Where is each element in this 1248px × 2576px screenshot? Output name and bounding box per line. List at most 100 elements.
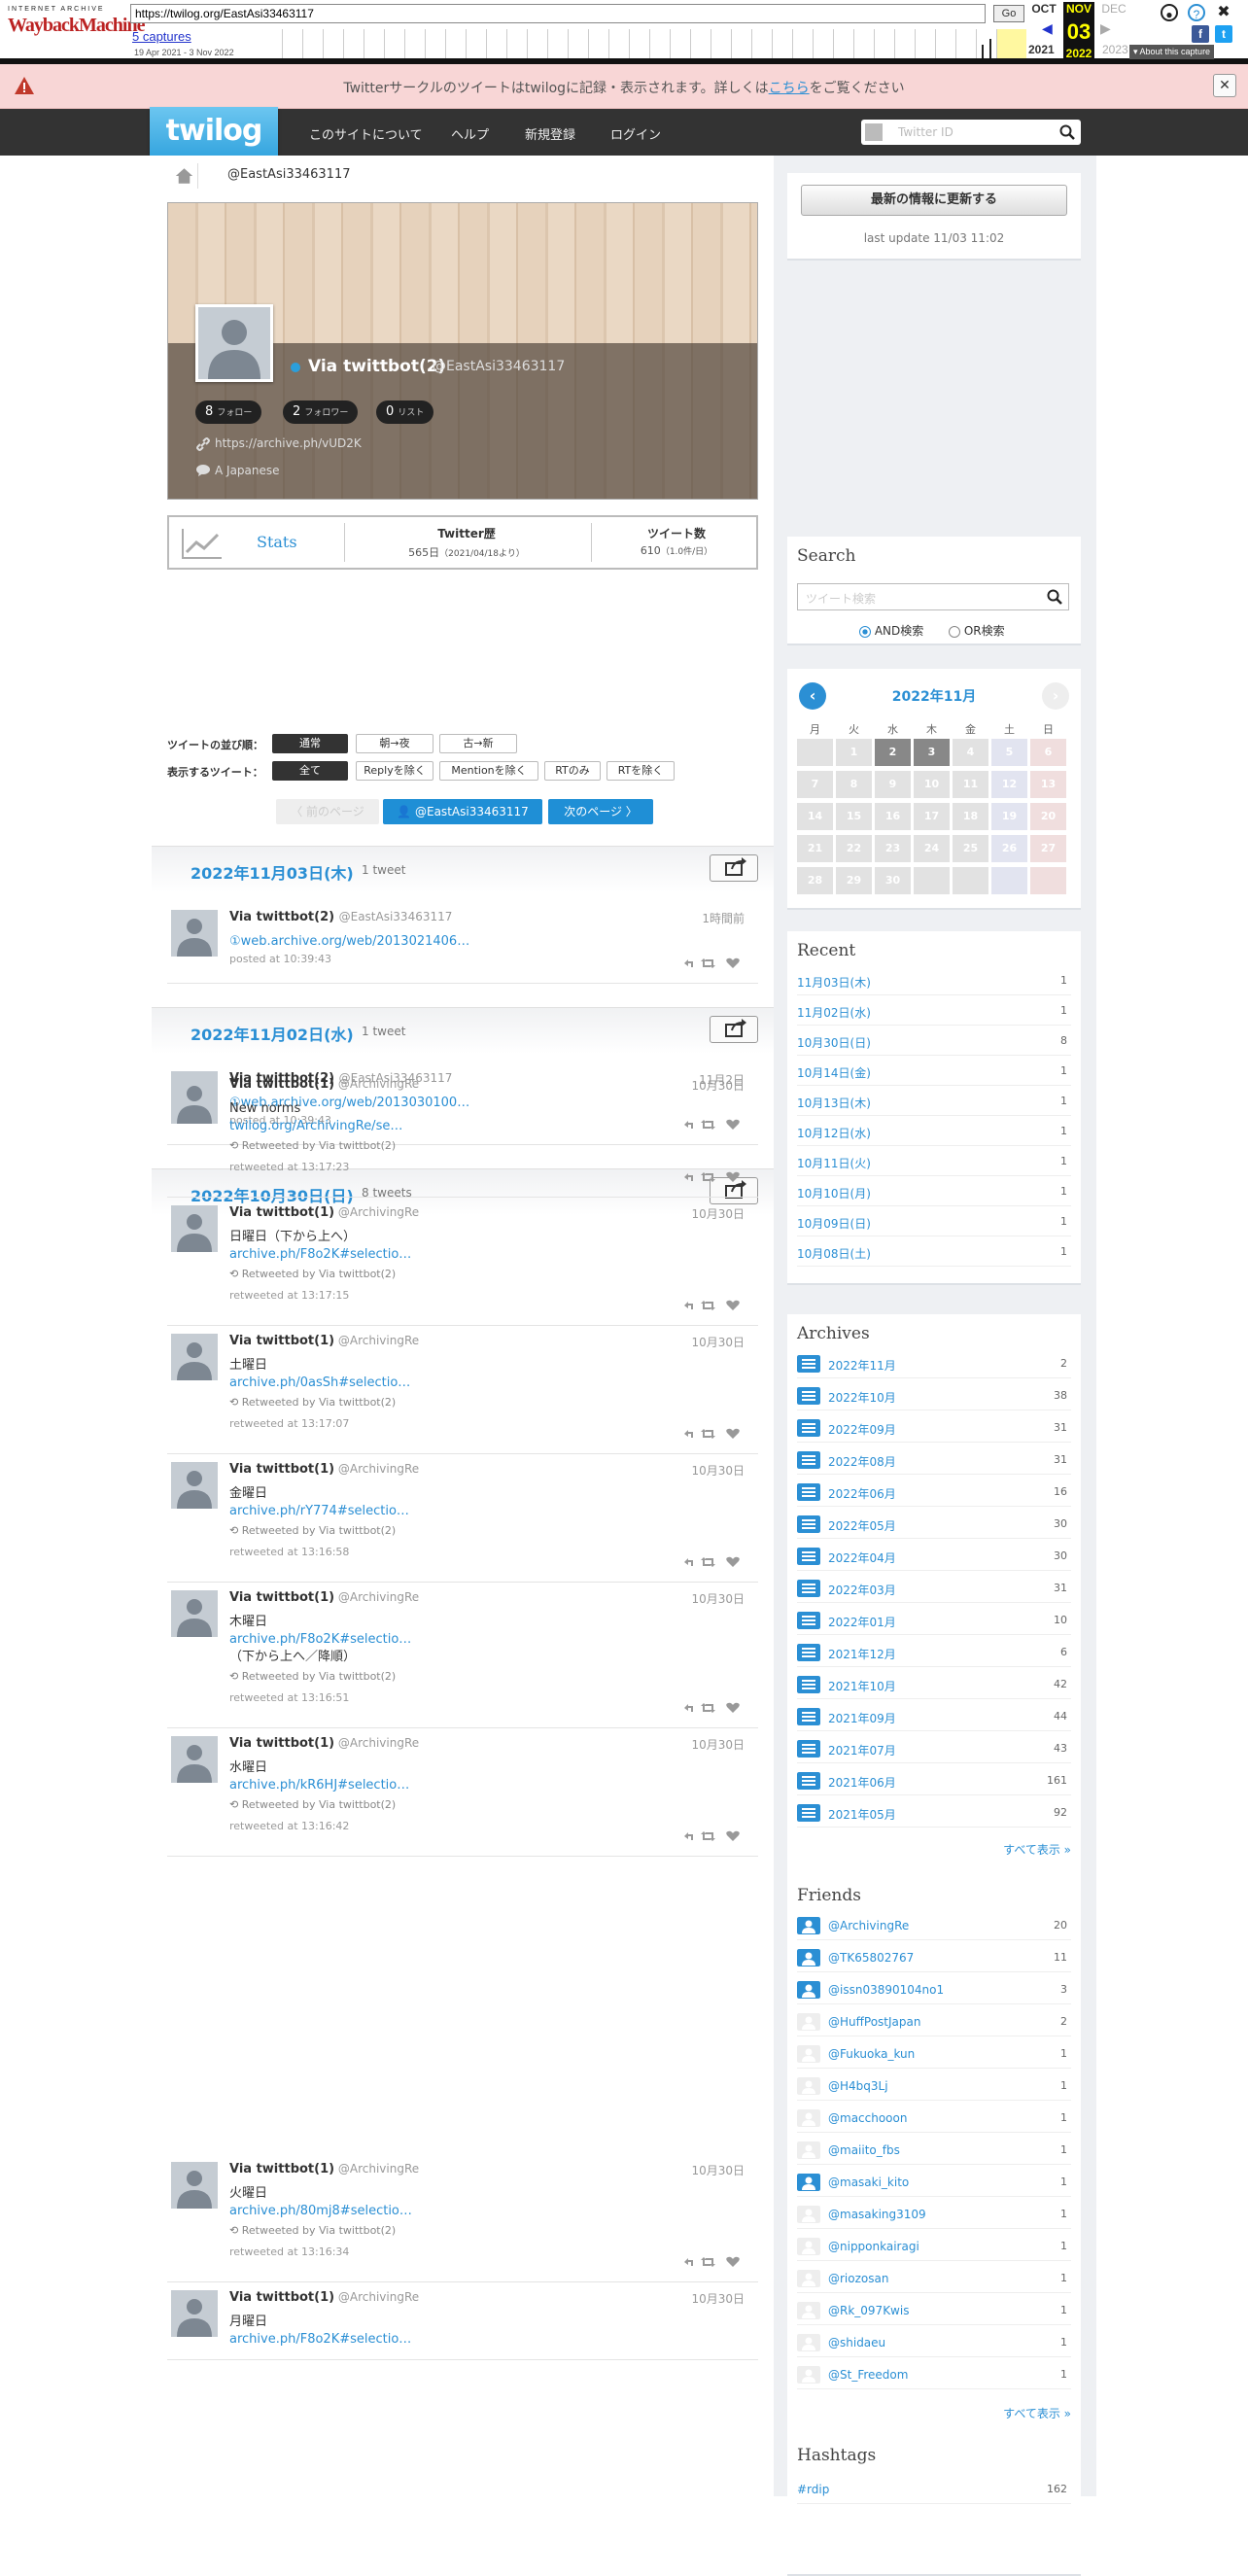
tweet-time[interactable]: 10月30日 xyxy=(691,2162,745,2178)
archive-row[interactable]: 2021年09月 44 xyxy=(797,1702,1071,1731)
stats-label[interactable]: Stats xyxy=(257,533,297,551)
or-search-option[interactable]: OR検索 xyxy=(949,622,1005,639)
tweet-author[interactable]: Via twittbot(1) @ArchivingRe xyxy=(229,1736,419,1751)
filter-rt-only-button[interactable]: RTのみ xyxy=(544,761,601,781)
wayback-logo[interactable]: INTERNET ARCHIVE WaybackMachine xyxy=(8,6,145,52)
tweet-actions[interactable] xyxy=(682,957,745,970)
search-icon[interactable] xyxy=(1047,589,1062,605)
tweet-time[interactable]: 10月30日 xyxy=(691,1077,745,1094)
next-page-button[interactable]: 次のページ 〉 xyxy=(548,799,653,824)
wayback-captures-link[interactable]: 5 captures xyxy=(132,29,191,44)
avatar[interactable] xyxy=(195,304,273,382)
tweet-actions[interactable] xyxy=(682,1555,745,1569)
wayback-sparkline[interactable] xyxy=(262,29,1021,58)
archive-row[interactable]: 2022年10月 38 xyxy=(797,1381,1071,1410)
wayback-prev-arrow-icon[interactable]: ◀ xyxy=(1042,21,1053,37)
sort-normal-button[interactable]: 通常 xyxy=(272,734,348,753)
wayback-url-input[interactable] xyxy=(130,4,986,23)
tweet-actions[interactable] xyxy=(682,1427,745,1441)
hashtag-row[interactable]: #rdip 162 xyxy=(797,2475,1071,2504)
tweet-avatar[interactable] xyxy=(171,1590,218,1637)
friends-show-all-link[interactable]: すべて表示 » xyxy=(1003,2405,1071,2421)
tweet-link[interactable]: archive.ph/F8o2K#selectio… xyxy=(229,1631,715,1649)
friend-row[interactable]: @Fukuoka_kun 1 xyxy=(797,2039,1071,2069)
profile-url-link[interactable]: https://archive.ph/vUD2K xyxy=(215,436,362,450)
tweet-author[interactable]: Via twittbot(1) @ArchivingRe xyxy=(229,1205,419,1220)
recent-row[interactable]: 10月09日(日) 1 xyxy=(797,1207,1071,1236)
tweet-link[interactable]: twilog.org/ArchivingRe/se… xyxy=(229,1118,715,1135)
wayback-help-icon[interactable]: ? xyxy=(1188,4,1205,21)
tweet-avatar[interactable] xyxy=(171,2290,218,2337)
tweet-avatar[interactable] xyxy=(171,1334,218,1380)
tweet-author[interactable]: Via twittbot(1) @ArchivingRe xyxy=(229,1077,419,1092)
tweet-actions[interactable] xyxy=(682,1299,745,1312)
tweet-link[interactable]: archive.ph/F8o2K#selectio… xyxy=(229,1246,715,1264)
nav-link-about[interactable]: このサイトについて xyxy=(309,124,423,143)
archive-row[interactable]: 2022年04月 30 xyxy=(797,1542,1071,1571)
friend-row[interactable]: @riozosan 1 xyxy=(797,2264,1071,2293)
and-search-option[interactable]: AND検索 xyxy=(859,622,923,639)
friend-row[interactable]: @issn03890104no1 3 xyxy=(797,1975,1071,2004)
archive-row[interactable]: 2022年06月 16 xyxy=(797,1478,1071,1507)
friend-row[interactable]: @Rk_097Kwis 1 xyxy=(797,2296,1071,2325)
wayback-account-icon[interactable]: ● xyxy=(1161,4,1178,21)
archive-row[interactable]: 2022年08月 31 xyxy=(797,1445,1071,1475)
calendar-day[interactable]: 3 xyxy=(914,739,950,766)
twitter-icon[interactable]: t xyxy=(1215,25,1232,43)
archive-row[interactable]: 2022年05月 30 xyxy=(797,1510,1071,1539)
tweet-search-input[interactable]: ツイート検索 xyxy=(797,583,1069,610)
share-button[interactable] xyxy=(710,854,758,882)
wayback-close-icon[interactable]: ✖ xyxy=(1215,4,1232,21)
following-count[interactable]: 8 フォロー xyxy=(195,400,262,424)
friend-row[interactable]: @macchooon 1 xyxy=(797,2104,1071,2133)
wayback-about-capture[interactable]: ▾ About this capture xyxy=(1129,45,1215,59)
tweet-author[interactable]: Via twittbot(1) @ArchivingRe xyxy=(229,1334,419,1348)
notice-close-button[interactable]: ✕ xyxy=(1213,74,1236,97)
tweet-avatar[interactable] xyxy=(171,1736,218,1783)
friend-row[interactable]: @shidaeu 1 xyxy=(797,2328,1071,2357)
wayback-go-button[interactable]: Go xyxy=(993,5,1024,22)
tweet-avatar[interactable] xyxy=(171,1077,218,1124)
tweet-actions[interactable] xyxy=(682,1170,745,1184)
follower-count[interactable]: 2 フォロワー xyxy=(283,400,359,424)
tweet-time[interactable]: 10月30日 xyxy=(691,1736,745,1753)
facebook-icon[interactable]: f xyxy=(1192,25,1209,43)
day-date-link[interactable]: 2022年11月03日(木) xyxy=(191,860,354,884)
archive-row[interactable]: 2021年05月 92 xyxy=(797,1798,1071,1828)
tweet-link[interactable]: archive.ph/kR6HJ#selectio… xyxy=(229,1777,715,1794)
filter-all-button[interactable]: 全て xyxy=(272,761,348,781)
tweet-time[interactable]: 10月30日 xyxy=(691,1334,745,1350)
archives-show-all-link[interactable]: すべて表示 » xyxy=(1003,1841,1071,1858)
friend-row[interactable]: @St_Freedom 1 xyxy=(797,2360,1071,2389)
tweet-author[interactable]: Via twittbot(1) @ArchivingRe xyxy=(229,2290,419,2305)
archive-row[interactable]: 2022年11月 2 xyxy=(797,1349,1071,1378)
recent-row[interactable]: 11月02日(水) 1 xyxy=(797,996,1071,1026)
archive-row[interactable]: 2022年09月 31 xyxy=(797,1413,1071,1443)
nav-link-help[interactable]: ヘルプ xyxy=(451,124,489,143)
refresh-button[interactable]: 最新の情報に更新する xyxy=(801,185,1067,216)
recent-row[interactable]: 10月11日(火) 1 xyxy=(797,1147,1071,1176)
tweet-avatar[interactable] xyxy=(171,2162,218,2209)
tweet-link[interactable]: archive.ph/rY774#selectio… xyxy=(229,1503,715,1520)
nav-search-box[interactable]: Twitter ID xyxy=(861,120,1081,145)
tweet-actions[interactable] xyxy=(682,1829,745,1843)
recent-row[interactable]: 10月08日(土) 1 xyxy=(797,1237,1071,1267)
recent-row[interactable]: 10月12日(水) 1 xyxy=(797,1117,1071,1146)
home-icon[interactable] xyxy=(171,163,198,189)
friend-row[interactable]: @HuffPostJapan 2 xyxy=(797,2007,1071,2036)
tweet-author[interactable]: Via twittbot(1) @ArchivingRe xyxy=(229,1590,419,1605)
friend-row[interactable]: @masaki_kito 1 xyxy=(797,2168,1071,2197)
recent-row[interactable]: 10月13日(木) 1 xyxy=(797,1087,1071,1116)
nav-link-login[interactable]: ログイン xyxy=(610,124,661,143)
tweet-link[interactable]: ①web.archive.org/web/2013021406… xyxy=(229,934,469,949)
tweet-time[interactable]: 1時間前 xyxy=(702,910,745,926)
tweet-avatar[interactable] xyxy=(171,910,218,957)
tweet-time[interactable]: 10月30日 xyxy=(691,2290,745,2307)
tweet-link[interactable]: archive.ph/80mj8#selectio… xyxy=(229,2203,715,2220)
friend-row[interactable]: @H4bq3Lj 1 xyxy=(797,2071,1071,2101)
calendar-day[interactable]: 2 xyxy=(875,739,911,766)
and-radio[interactable] xyxy=(859,625,871,638)
tweet-link[interactable]: archive.ph/0asSh#selectio… xyxy=(229,1375,715,1392)
archive-row[interactable]: 2021年12月 6 xyxy=(797,1638,1071,1667)
sort-old-new-button[interactable]: 古→新 xyxy=(439,734,517,753)
